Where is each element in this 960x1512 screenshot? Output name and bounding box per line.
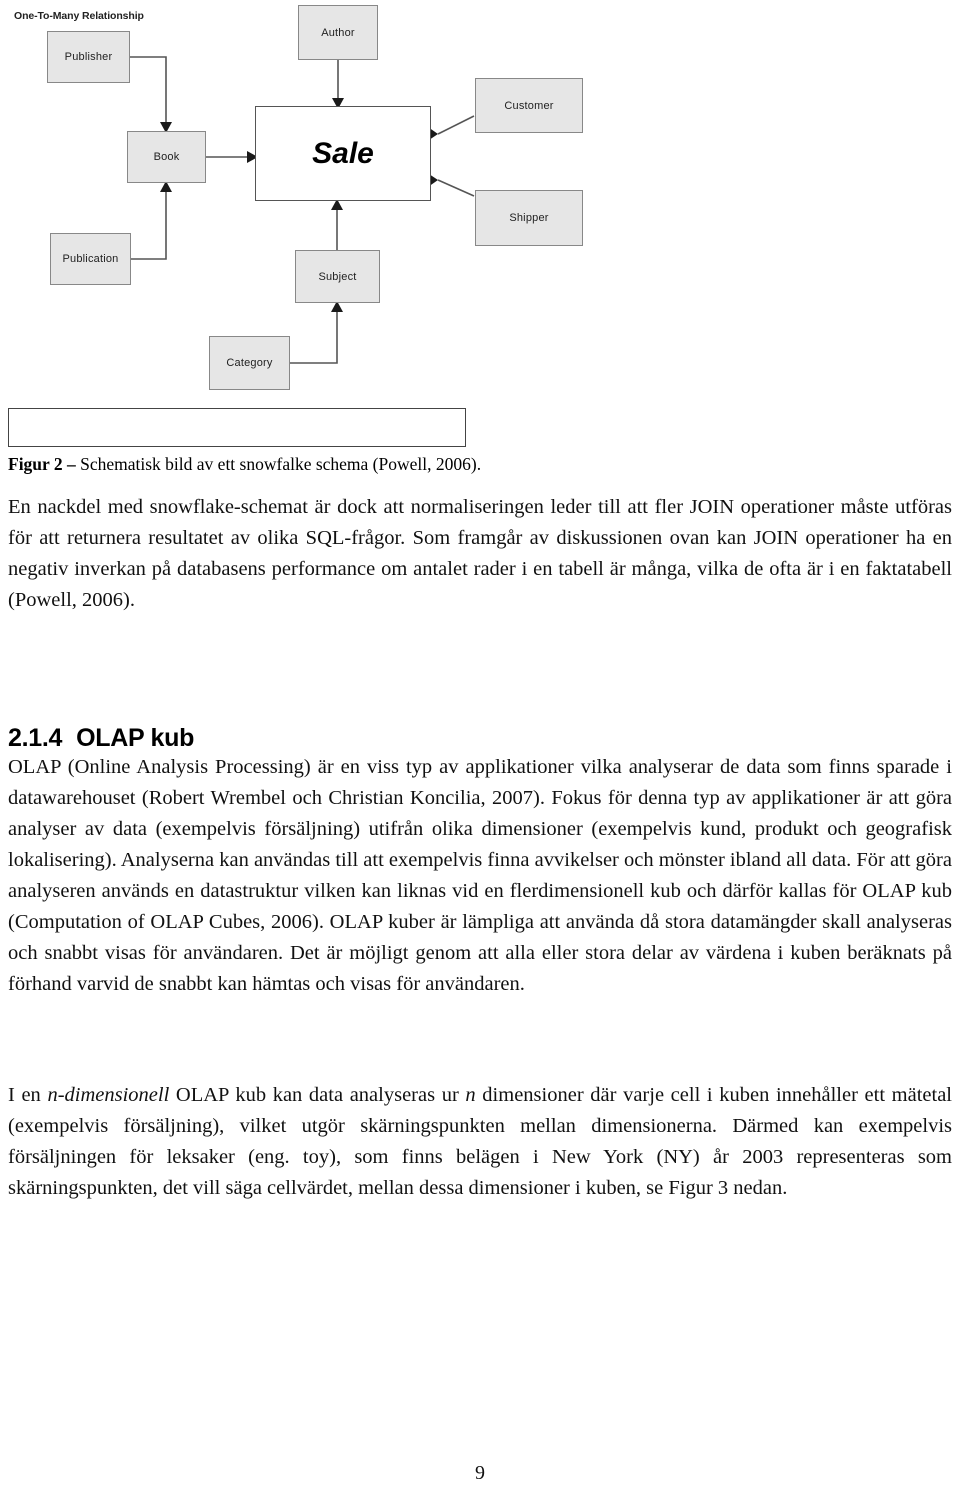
entity-label-publication: Publication <box>62 253 119 265</box>
entity-box-subject: Subject <box>295 250 380 303</box>
entity-label-customer: Customer <box>504 99 554 112</box>
entity-box-book: Book <box>127 131 206 183</box>
paragraph-n-dimensional-cube: I en n-dimensionell OLAP kub kan data an… <box>8 1080 952 1204</box>
entity-label-shipper: Shipper <box>509 212 549 224</box>
figure-caption-dash: – <box>62 454 81 474</box>
entity-label-author: Author <box>321 26 355 39</box>
page-number: 9 <box>475 1462 485 1484</box>
figure-snowflake-schema: Publisher Author Customer Book Shipper P… <box>0 0 960 452</box>
entity-box-publisher: Publisher <box>47 31 130 83</box>
paragraph-3-segment-b: OLAP kub kan data analyseras ur <box>169 1084 466 1106</box>
entity-label-book: Book <box>153 151 180 163</box>
figure-caption: Figur 2 – Schematisk bild av ett snowfal… <box>8 452 952 476</box>
paragraph-olap-definition: OLAP (Online Analysis Processing) är en … <box>8 756 952 995</box>
fact-table-label-sale: Sale <box>312 136 374 170</box>
section-heading-olap-kub: 2.1.4 OLAP kub <box>8 724 194 753</box>
paragraph-3-emphasis-n-dimensionell: n-dimensionell <box>47 1084 170 1106</box>
entity-label-category: Category <box>226 357 273 369</box>
entity-box-customer: Customer <box>475 78 583 133</box>
entity-box-category: Category <box>209 336 290 390</box>
section-number: 2.1.4 <box>8 723 63 752</box>
figure-legend-box <box>8 408 466 447</box>
figure-legend-label: One-To-Many Relationship <box>14 10 144 22</box>
paragraph-snowflake-drawback: En nackdel med snowflake-schemat är dock… <box>8 496 952 611</box>
fact-table-box-sale: Sale <box>255 106 431 201</box>
entity-box-author: Author <box>298 5 378 60</box>
figure-caption-text: Schematisk bild av ett snowfalke schema … <box>80 454 482 474</box>
entity-label-subject: Subject <box>318 270 357 283</box>
entity-label-publisher: Publisher <box>64 51 113 63</box>
entity-box-shipper: Shipper <box>475 190 583 246</box>
paragraph-3-emphasis-n: n <box>465 1084 476 1106</box>
section-title: OLAP kub <box>76 723 195 752</box>
figure-caption-label: Figur 2 <box>8 454 63 474</box>
entity-box-publication: Publication <box>50 233 131 285</box>
paragraph-3-segment-a: I en <box>8 1084 48 1106</box>
